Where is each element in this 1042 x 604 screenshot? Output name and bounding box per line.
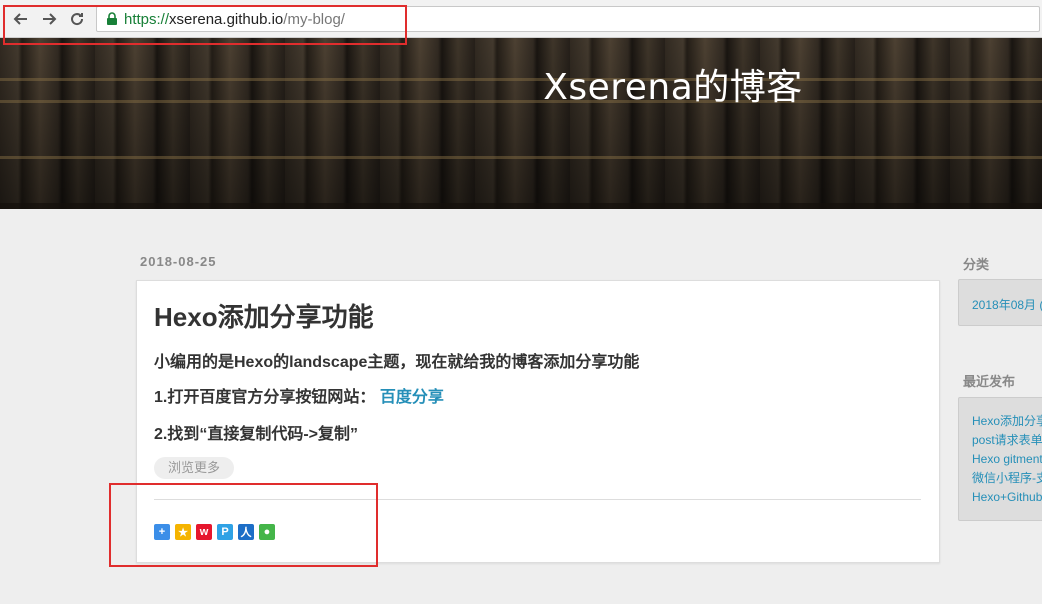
- article-step-1: 1.打开百度官方分享按钮网站： 百度分享: [154, 383, 444, 407]
- read-more-button[interactable]: 浏览更多: [154, 457, 235, 479]
- article-date[interactable]: 2018-08-25: [140, 254, 217, 269]
- categories-heading: 分类: [963, 257, 990, 272]
- annotation-box-url: [3, 5, 407, 45]
- recent-post-link[interactable]: Hexo+Github…: [972, 488, 1042, 507]
- article-title[interactable]: Hexo添加分享功能: [154, 297, 374, 334]
- banner-decoration: [0, 156, 1042, 159]
- recent-post-link[interactable]: 微信小程序-支…: [972, 469, 1042, 488]
- recent-post-link[interactable]: post请求表单…: [972, 431, 1042, 450]
- blog-title[interactable]: Xserena的博客: [0, 58, 1042, 110]
- baidu-share-link[interactable]: 百度分享: [380, 389, 444, 406]
- blog-banner: Xserena的博客: [0, 38, 1042, 209]
- recent-posts-heading: 最近发布: [963, 374, 1016, 389]
- banner-shelf: [0, 203, 1042, 209]
- recent-posts-widget: Hexo添加分享… post请求表单… Hexo gitment… 微信小程序-…: [958, 397, 1042, 521]
- article-step-2: 2.找到“直接复制代码->复制”: [154, 426, 359, 443]
- categories-widget: 2018年08月 (…: [958, 279, 1042, 326]
- article-intro: 小编用的是Hexo的landscape主题，现在就给我的博客添加分享功能: [154, 354, 640, 371]
- recent-post-link[interactable]: Hexo gitment…: [972, 450, 1042, 469]
- step-1-text: 1.打开百度官方分享按钮网站：: [154, 389, 376, 406]
- category-link[interactable]: 2018年08月 (…: [972, 296, 1042, 313]
- annotation-box-share: [109, 483, 378, 567]
- recent-post-link[interactable]: Hexo添加分享…: [972, 412, 1042, 431]
